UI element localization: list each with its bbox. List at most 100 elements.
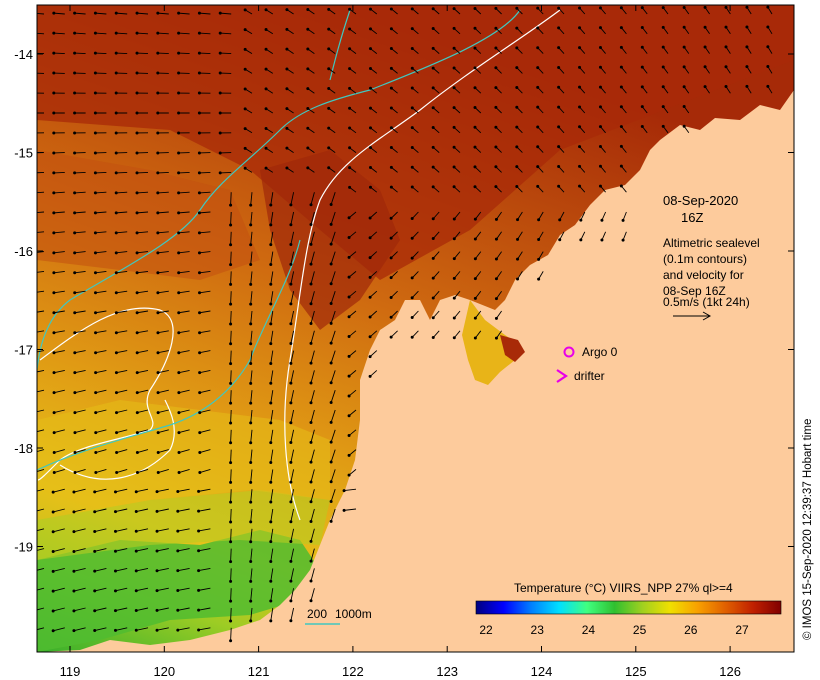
velocity-arrow-head — [347, 394, 351, 398]
velocity-arrow-head — [598, 125, 602, 129]
velocity-arrow-head — [73, 211, 77, 215]
velocity-arrow-head — [494, 66, 498, 70]
velocity-arrow-head — [269, 540, 273, 544]
velocity-arrow-head — [113, 609, 117, 613]
velocity-arrow-head — [306, 166, 310, 170]
velocity-arrow-head — [473, 86, 477, 90]
velocity-arrow-head — [176, 549, 180, 553]
velocity-arrow-head — [52, 251, 56, 255]
velocity-arrow-head — [348, 47, 352, 51]
velocity-arrow-head — [218, 91, 222, 95]
velocity-arrow-head — [249, 461, 253, 465]
velocity-arrow-head — [368, 7, 372, 11]
velocity-arrow-head — [229, 401, 233, 405]
velocity-arrow-head — [156, 71, 160, 75]
velocity-arrow-head — [619, 85, 623, 89]
velocity-arrow-head — [93, 111, 97, 115]
velocity-arrow-head — [347, 473, 351, 477]
x-tick-label: 119 — [60, 664, 81, 679]
velocity-arrow-head — [724, 65, 728, 69]
velocity-arrow-head — [73, 31, 77, 35]
velocity-arrow-head — [229, 322, 233, 326]
velocity-arrow-head — [93, 191, 97, 195]
velocity-arrow-head — [289, 619, 293, 623]
velocity-arrow-head — [114, 251, 118, 255]
velocity-arrow-head — [431, 165, 435, 169]
velocity-arrow-head — [309, 223, 313, 227]
velocity-arrow-head — [619, 184, 623, 188]
velocity-arrow-head — [73, 371, 77, 375]
velocity-arrow-head — [410, 256, 414, 260]
velocity-arrow — [230, 211, 232, 226]
velocity-arrow-head — [73, 51, 77, 55]
velocity-arrow-head — [494, 217, 498, 221]
annotation-desc-line1: Altimetric sealevel — [663, 236, 760, 250]
velocity-arrow-head — [72, 549, 76, 553]
velocity-arrow-head — [114, 331, 118, 335]
velocity-arrow-head — [73, 431, 77, 435]
velocity-arrow-head — [32, 112, 35, 115]
velocity-arrow-head — [269, 480, 273, 484]
velocity-arrow-head — [389, 236, 393, 240]
velocity-arrow-head — [557, 26, 561, 30]
velocity-arrow-head — [309, 401, 313, 405]
velocity-arrow-head — [229, 599, 233, 603]
velocity-arrow-head — [197, 171, 201, 175]
velocity-arrow-head — [342, 489, 346, 493]
velocity-arrow-head — [114, 271, 118, 275]
velocity-arrow-head — [389, 315, 393, 319]
velocity-arrow-head — [177, 471, 181, 475]
velocity-arrow-head — [156, 411, 160, 415]
velocity-arrow-head — [309, 440, 313, 444]
velocity-arrow-head — [410, 236, 414, 240]
velocity-arrow-head — [156, 231, 160, 235]
velocity-arrow-head — [156, 151, 160, 155]
velocity-arrow-head — [197, 231, 201, 235]
velocity-arrow-head — [368, 47, 372, 51]
velocity-arrow-head — [229, 243, 233, 247]
velocity-arrow-head — [113, 549, 117, 553]
velocity-arrow-head — [410, 27, 414, 31]
velocity-arrow-head — [93, 629, 97, 633]
velocity-arrow-head — [177, 231, 181, 235]
velocity-arrow-head — [347, 255, 351, 259]
velocity-arrow-head — [640, 105, 644, 109]
velocity-arrow-head — [766, 5, 770, 9]
velocity-arrow-head — [177, 271, 181, 275]
velocity-arrow-head — [155, 529, 159, 533]
velocity-arrow-head — [285, 126, 289, 130]
annotation-hour: 16Z — [681, 210, 703, 225]
velocity-arrow-head — [289, 223, 293, 227]
velocity-arrow-head — [431, 316, 435, 320]
velocity-arrow-head — [52, 311, 56, 315]
velocity-arrow — [230, 627, 232, 641]
velocity-arrow-head — [289, 401, 293, 405]
velocity-arrow-head — [52, 171, 56, 175]
velocity-arrow-head — [197, 51, 201, 55]
velocity-arrow-head — [176, 529, 180, 533]
velocity-arrow-head — [243, 166, 247, 170]
velocity-arrow-head — [32, 431, 35, 434]
velocity-arrow-head — [229, 441, 233, 445]
velocity-arrow-head — [473, 296, 477, 300]
velocity-arrow-head — [536, 66, 540, 70]
velocity-arrow-head — [229, 560, 233, 564]
velocity-arrow-head — [389, 126, 393, 130]
velocity-arrow-head — [682, 124, 686, 128]
velocity-arrow-head — [537, 257, 541, 261]
velocity-arrow-head — [269, 520, 273, 524]
velocity-arrow-head — [94, 431, 98, 435]
velocity-arrow-head — [703, 5, 707, 9]
velocity-arrow — [230, 390, 232, 404]
velocity-arrow-head — [329, 420, 333, 424]
velocity-arrow-head — [177, 111, 181, 115]
velocity-arrow-head — [368, 315, 372, 319]
velocity-arrow-head — [766, 25, 770, 29]
velocity-arrow-head — [114, 371, 118, 375]
velocity-arrow-head — [115, 431, 119, 435]
velocity-arrow-head — [73, 271, 77, 275]
velocity-arrow-head — [135, 471, 139, 475]
velocity-arrow-head — [269, 559, 273, 563]
velocity-arrow-head — [269, 262, 273, 266]
velocity-arrow-head — [52, 451, 56, 455]
